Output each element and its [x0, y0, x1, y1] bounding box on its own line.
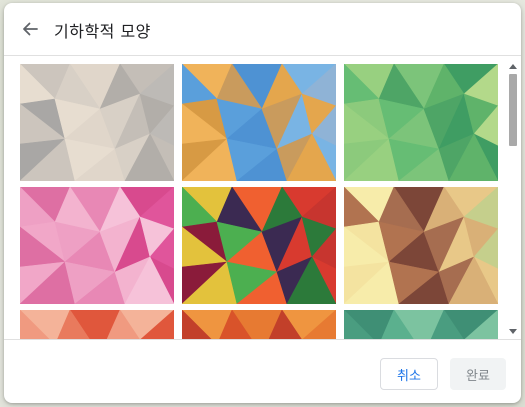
theme-thumbnail-multicolor-red-green[interactable] [182, 187, 336, 304]
geometric-theme-dialog: 기하학적 모양 취소 완료 [4, 3, 521, 403]
back-button[interactable] [16, 15, 44, 43]
theme-thumbnail-green[interactable] [344, 64, 498, 181]
done-button[interactable]: 완료 [450, 358, 506, 390]
dialog-title: 기하학적 모양 [54, 22, 151, 41]
theme-thumbnail-brown-yellow[interactable] [344, 187, 498, 304]
theme-thumbnail-pink[interactable] [20, 187, 174, 304]
dialog-header: 기하학적 모양 [4, 3, 521, 56]
scroll-thumb[interactable] [509, 74, 517, 146]
theme-thumbnail-green-teal[interactable] [344, 310, 498, 339]
theme-thumbnail-neutral-gray-beige[interactable] [20, 64, 174, 181]
scroll-up-arrow[interactable] [509, 64, 517, 69]
dialog-footer: 취소 완료 [4, 339, 521, 403]
scrollbar[interactable] [507, 60, 518, 338]
cancel-button[interactable]: 취소 [380, 358, 438, 390]
theme-thumbnail-orange-peach[interactable] [20, 310, 174, 339]
thumbnail-grid [4, 56, 521, 339]
theme-thumbnail-orange-blue[interactable] [182, 64, 336, 181]
arrow-left-icon [23, 22, 38, 36]
scroll-down-arrow[interactable] [509, 329, 517, 334]
theme-thumbnail-orange-red[interactable] [182, 310, 336, 339]
